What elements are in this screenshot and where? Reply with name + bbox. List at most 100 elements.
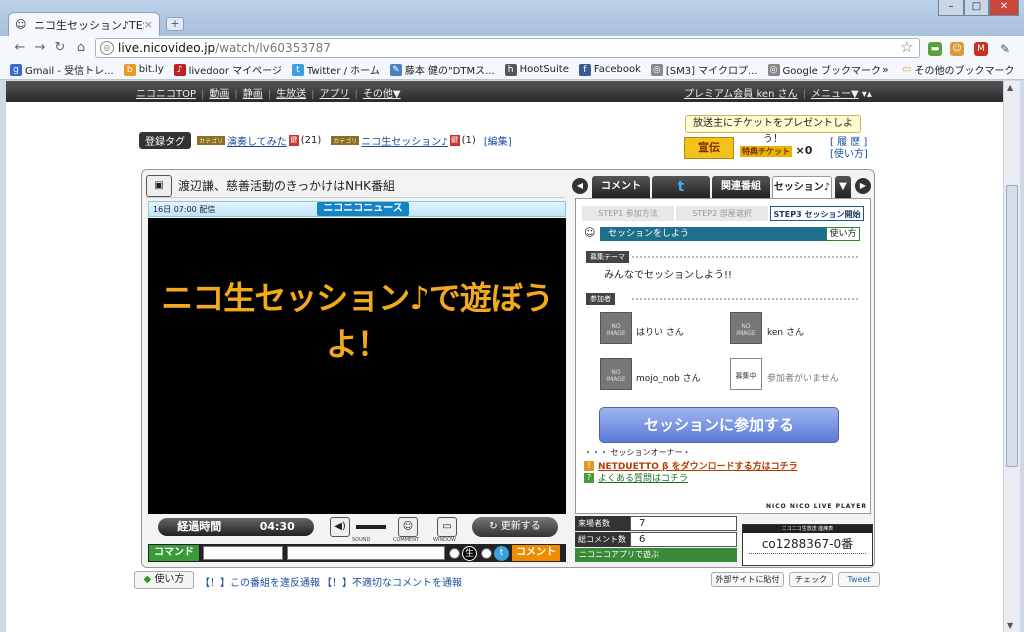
tab-comment[interactable]: コメント (592, 176, 650, 198)
player-footer: ◆ 使い方 【！】この番組を違反通報 【！】不適切なコメントを通報 外部サイトに… (134, 571, 1000, 591)
refresh-button[interactable]: ↻ 更新する (472, 517, 558, 537)
nav-app[interactable]: アプリ (320, 89, 350, 100)
post-twitter-radio[interactable] (481, 547, 492, 559)
post-live-radio[interactable] (449, 547, 460, 559)
nico-app-link[interactable]: ニコニコアプリで遊ぶ (575, 548, 737, 562)
bookmark-label: Twitter / ホーム (306, 66, 380, 77)
news-bar: 16日 07:00 配信 ニコニコニュース (148, 201, 566, 217)
step-2: STEP2 部屋選択 (676, 206, 768, 221)
bookmark-star-icon[interactable]: ☆ (900, 38, 913, 56)
address-bar[interactable]: ◎ live.nicovideo.jp/watch/lv60353787 (95, 38, 920, 58)
refresh-label: 更新する (500, 521, 541, 532)
bookmark-facebook[interactable]: f Facebook (578, 63, 641, 76)
report-comment-link[interactable]: 【！】不適切なコメントを通報 (322, 574, 462, 589)
bookmark-label: bit.ly (138, 64, 164, 75)
visitors-row: 来場者数 7 (575, 516, 737, 531)
participant-avatar: NO IMAGE (600, 312, 632, 344)
session-character-icon: ☺ (584, 226, 596, 239)
bookmark-gmail[interactable]: g Gmail - 受信トレ... (10, 62, 114, 77)
bookmark-label: HootSuite (519, 64, 569, 75)
beginner-leaf-icon: ◆ (143, 574, 152, 585)
video-screen[interactable]: ニコ生セッション♪で遊ぼうよ！ (148, 218, 566, 514)
volume-slider[interactable] (356, 525, 386, 529)
premium-user-link[interactable]: プレミアム会員 ken さん (684, 89, 798, 100)
new-tab-button[interactable]: + (166, 17, 184, 31)
report-program-link[interactable]: 【！】この番組を違反通報 (200, 574, 320, 589)
command-button[interactable]: コマンド (149, 545, 199, 561)
refresh-icon: ↻ (489, 521, 501, 532)
sound-icon[interactable]: ◀) (330, 517, 350, 537)
scroll-thumb[interactable] (1006, 185, 1018, 467)
divider (632, 256, 858, 260)
tab-prev-icon[interactable]: ◀ (572, 178, 588, 194)
web-page: ニコニコTOP | 動画 | 静画 | 生放送 | アプリ | その他▼ プレミアム会員 ken さ… (6, 81, 1003, 632)
tab-session[interactable]: セッション♪ (772, 176, 832, 198)
command-input[interactable] (203, 546, 283, 560)
minimize-button[interactable]: – (938, 0, 964, 16)
tab-dropdown[interactable]: ▼ (835, 176, 851, 198)
bookmark-label: [SM3] マイクロプ... (665, 66, 758, 77)
recruiting-slot: 募集中 (730, 358, 762, 390)
gmail-icon[interactable]: M (974, 42, 988, 56)
sort-arrows-icon[interactable]: ▾▴ (862, 89, 872, 100)
tag-link[interactable]: ニコ生セッション♪ (361, 133, 447, 148)
nav-other[interactable]: その他▼ (363, 89, 401, 100)
other-bookmarks[interactable]: ▭ その他のブックマーク (902, 62, 1014, 77)
reload-icon[interactable]: ↻ (52, 40, 68, 56)
tab-next-icon[interactable]: ▶ (855, 178, 871, 194)
join-session-button[interactable]: セッションに参加する (599, 407, 839, 443)
usage-button[interactable]: ◆ 使い方 (134, 571, 194, 589)
bookmark-twitter[interactable]: t Twitter / ホーム (291, 62, 380, 77)
bookmark-livedoor[interactable]: ♪ livedoor マイページ (173, 62, 282, 77)
tab-close-icon[interactable]: × (144, 18, 153, 31)
close-button[interactable]: ✕ (989, 0, 1019, 16)
page-scrollbar[interactable]: ▲ ▼ (1003, 81, 1020, 632)
nav-live[interactable]: 生放送 (276, 89, 306, 100)
participant-avatar: NO IMAGE (730, 312, 762, 344)
bookmarks-overflow-icon[interactable]: » (882, 63, 889, 76)
forward-icon[interactable]: → (32, 40, 48, 56)
scroll-down-icon[interactable]: ▼ (1007, 621, 1013, 630)
tab-twitter[interactable]: t (652, 176, 710, 198)
seat-header: ニコニコ生放送 座席表 (743, 525, 872, 533)
usage-link[interactable]: [使い方] (830, 149, 868, 161)
menu-dropdown[interactable]: メニュー▼ (811, 89, 859, 100)
extension-green-icon[interactable]: ▬ (928, 42, 942, 56)
wrench-icon[interactable]: ✎ (998, 42, 1012, 56)
home-icon[interactable]: ⌂ (73, 40, 89, 56)
site-nav: ニコニコTOP | 動画 | 静画 | 生放送 | アプリ | その他▼ プレミアム会員 ken さ… (6, 81, 1003, 102)
bookmark-hootsuite[interactable]: h HootSuite (504, 63, 569, 76)
window-caption: WINDOW (433, 537, 456, 543)
nav-douga[interactable]: 動画 (209, 89, 229, 100)
participant-empty: 参加者がいません (767, 374, 839, 384)
browser-tab[interactable]: ☺ ニコ生セッション♪TEST × (8, 12, 160, 36)
niconico-news-logo: ニコニコニュース (317, 202, 409, 216)
extension-face-icon[interactable]: ☺ (950, 42, 964, 56)
tab-related[interactable]: 関連番組 (712, 176, 770, 198)
comment-input[interactable] (287, 546, 445, 560)
bookmark-label: Google ブックマーク (782, 66, 881, 77)
nav-seiga[interactable]: 静画 (243, 89, 263, 100)
comment-toggle-icon[interactable]: ☺ (398, 517, 418, 537)
session-howto-button[interactable]: 使い方 (826, 227, 860, 241)
tag-link[interactable]: 演奏してみた (227, 133, 287, 148)
senden-button[interactable]: 宣伝 (684, 137, 734, 159)
comment-submit-button[interactable]: コメント (512, 545, 560, 561)
history-link[interactable]: [ 履 歴 ] (830, 137, 868, 149)
bookmark-sm3[interactable]: ◎ [SM3] マイクロプ... (650, 62, 758, 77)
tweet-button[interactable]: Tweet (838, 572, 880, 587)
embed-button[interactable]: 外部サイトに貼付 (711, 572, 784, 587)
bookmark-bitly[interactable]: b bit.ly (123, 63, 164, 76)
faq-link[interactable]: よくある質問はコチラ (598, 471, 688, 484)
seat-footer (749, 553, 866, 563)
back-icon[interactable]: ← (12, 40, 28, 56)
scroll-up-icon[interactable]: ▲ (1007, 83, 1013, 92)
bookmark-google[interactable]: ◎ Google ブックマーク (767, 62, 881, 77)
nav-niconico-top[interactable]: ニコニコTOP (136, 89, 196, 100)
bookmark-dtm[interactable]: ✎ 藤本 健の"DTMス... (389, 62, 495, 77)
maximize-button[interactable]: □ (964, 0, 989, 16)
bookmark-label: Facebook (593, 64, 641, 75)
check-button[interactable]: チェック (789, 572, 833, 587)
window-icon[interactable]: ▭ (437, 517, 457, 537)
tag-edit-link[interactable]: [編集] (484, 133, 512, 148)
